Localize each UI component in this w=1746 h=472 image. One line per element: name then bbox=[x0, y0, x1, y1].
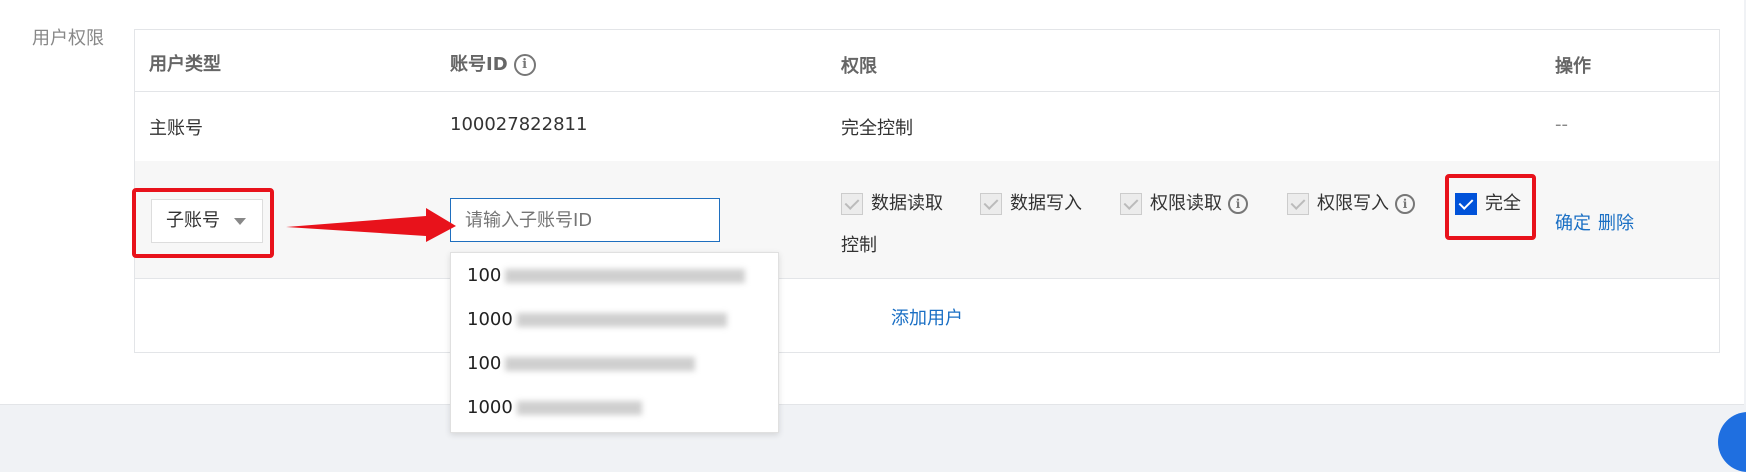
add-user-row: 添加用户 bbox=[135, 278, 1719, 352]
option-text: 100 bbox=[467, 353, 502, 374]
checkbox-perm-read[interactable]: 权限读取 i bbox=[1120, 189, 1248, 215]
highlight-box bbox=[1445, 174, 1536, 240]
info-icon[interactable]: i bbox=[513, 54, 536, 76]
option-text: 1000 bbox=[467, 309, 513, 330]
dropdown-option[interactable]: 100 bbox=[467, 265, 746, 286]
header-account-id-label: 账号ID bbox=[450, 54, 508, 75]
main-user-type: 主账号 bbox=[149, 118, 203, 139]
redacted-text bbox=[505, 269, 746, 283]
table-row: 主账号 100027822811 完全控制 -- bbox=[135, 91, 1719, 162]
dropdown-option[interactable]: 100 bbox=[467, 353, 696, 374]
checkbox-data-write[interactable]: 数据写入 bbox=[980, 189, 1082, 215]
redacted-text bbox=[516, 313, 727, 327]
redacted-text bbox=[516, 401, 642, 415]
checkbox-label: 数据写入 bbox=[1010, 193, 1082, 214]
account-id-input[interactable] bbox=[450, 198, 720, 242]
add-user-link[interactable]: 添加用户 bbox=[891, 304, 963, 330]
info-icon[interactable]: i bbox=[1395, 194, 1415, 214]
delete-link[interactable]: 删除 bbox=[1598, 209, 1634, 235]
option-text: 100 bbox=[467, 265, 502, 286]
confirm-link[interactable]: 确定 bbox=[1555, 209, 1591, 235]
checkbox-data-read[interactable]: 数据读取 bbox=[841, 189, 943, 215]
header-action: 操作 bbox=[1555, 56, 1591, 77]
dropdown-option[interactable]: 1000 bbox=[467, 309, 727, 330]
full-control-label-wrap: 控制 bbox=[841, 235, 877, 256]
annotation-arrow bbox=[286, 208, 456, 242]
option-text: 1000 bbox=[467, 397, 513, 418]
checkbox-perm-write[interactable]: 权限写入 i bbox=[1287, 189, 1415, 215]
redacted-text bbox=[505, 357, 696, 371]
checkbox-icon bbox=[1287, 193, 1309, 215]
checkbox-label: 数据读取 bbox=[871, 193, 943, 214]
highlight-box bbox=[132, 188, 274, 258]
arrow-shape bbox=[286, 208, 456, 242]
main-account-id: 100027822811 bbox=[450, 114, 588, 135]
header-user-type: 用户类型 bbox=[149, 54, 221, 75]
checkbox-icon bbox=[841, 193, 863, 215]
account-dropdown: 100 1000 100 1000 bbox=[450, 252, 779, 433]
checkbox-label: 权限读取 bbox=[1150, 193, 1222, 214]
checkbox-label: 权限写入 bbox=[1317, 193, 1389, 214]
main-permission: 完全控制 bbox=[841, 118, 913, 139]
table-header: 用户类型 账号ID i 权限 操作 bbox=[135, 30, 1719, 92]
info-icon[interactable]: i bbox=[1228, 194, 1248, 214]
main-action: -- bbox=[1555, 114, 1568, 135]
section-label: 用户权限 bbox=[32, 28, 104, 49]
dropdown-option[interactable]: 1000 bbox=[467, 397, 642, 418]
header-permission: 权限 bbox=[841, 56, 877, 77]
header-account-id: 账号ID i bbox=[450, 50, 536, 76]
help-button[interactable] bbox=[1718, 412, 1746, 472]
checkbox-icon bbox=[1120, 193, 1142, 215]
checkbox-icon bbox=[980, 193, 1002, 215]
